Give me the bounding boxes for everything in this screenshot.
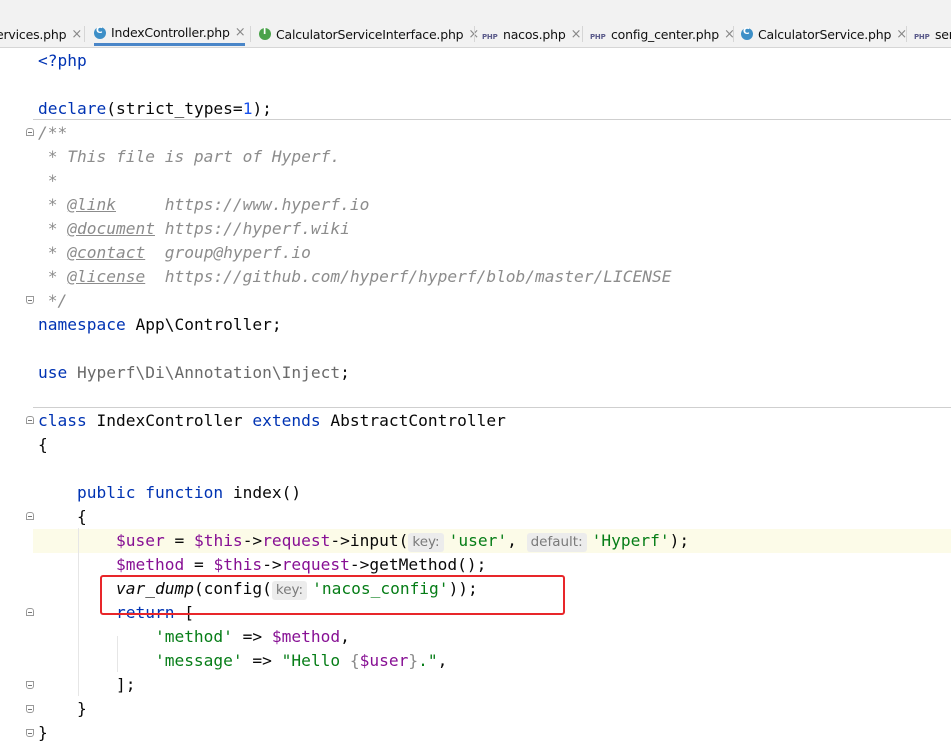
php-file-icon: PHP: [590, 33, 606, 40]
tab-label: ervices.php: [0, 26, 67, 42]
code-line-27: ];: [38, 675, 136, 694]
class-icon: [94, 26, 106, 39]
tab-label: nacos.php: [503, 26, 566, 42]
close-icon[interactable]: ×: [571, 27, 582, 42]
php-file-icon: PHP: [482, 33, 498, 40]
tab-label: config_center.php: [611, 26, 719, 42]
tab-label: IndexController.php: [111, 25, 230, 40]
code-line-14: use Hyperf\Di\Annotation\Inject;: [38, 363, 350, 382]
tab-calculatorservice[interactable]: CalculatorService.php ×: [741, 22, 907, 46]
code-line-21: $user = $this->request->input(key:'user'…: [115, 531, 690, 552]
code-line-4: /**: [38, 123, 68, 142]
code-line-3: declare(strict_types=1);: [38, 99, 272, 118]
code-line-5: * This file is part of Hyperf.: [38, 147, 341, 166]
editor-gutter: [0, 48, 33, 748]
code-line-20: {: [38, 507, 87, 526]
parameter-hint: default:: [526, 533, 587, 552]
code-line-25: 'method' => $method,: [154, 627, 350, 646]
code-line-12: namespace App\Controller;: [38, 315, 282, 334]
fold-toggle-icon[interactable]: [26, 296, 34, 304]
tab-ser[interactable]: PHP ser: [914, 22, 951, 46]
tab-separator: [906, 26, 907, 42]
code-line-10: * @license https://github.com/hyperf/hyp…: [38, 267, 672, 286]
code-line-9: * @contact group@hyperf.io: [38, 243, 311, 262]
code-line-6: *: [38, 171, 58, 190]
tab-label: ser: [935, 26, 951, 42]
tab-label: CalculatorService.php: [758, 26, 892, 42]
tab-config-center[interactable]: PHP config_center.php ×: [590, 22, 735, 46]
code-line-1: <?php: [38, 51, 87, 70]
tab-separator: [582, 26, 583, 42]
close-icon[interactable]: ×: [71, 27, 82, 42]
fold-toggle-icon[interactable]: [26, 705, 34, 713]
method-separator: [33, 407, 951, 408]
close-icon[interactable]: ×: [235, 25, 246, 40]
tab-calculatorserviceinterface[interactable]: CalculatorServiceInterface.php ×: [259, 22, 479, 46]
editor-tab-bar: ervices.php × IndexController.php × Calc…: [0, 0, 951, 48]
tab-separator: [250, 26, 251, 42]
fold-toggle-icon[interactable]: [26, 608, 34, 616]
code-line-17: {: [38, 435, 48, 454]
tabs-row: ervices.php × IndexController.php × Calc…: [0, 22, 951, 47]
code-line-28: }: [38, 699, 87, 718]
tab-separator: [474, 26, 475, 42]
code-line-22: $method = $this->request->getMethod();: [115, 555, 487, 574]
fold-toggle-icon[interactable]: [26, 128, 34, 136]
tab-separator: [733, 26, 734, 42]
tab-label: CalculatorServiceInterface.php: [276, 26, 464, 42]
fold-toggle-icon[interactable]: [26, 512, 34, 520]
fold-toggle-icon[interactable]: [26, 681, 34, 689]
code-line-29: }: [38, 723, 48, 742]
tab-separator: [84, 26, 85, 42]
annotation-highlight-box: [100, 575, 565, 615]
code-line-16: class IndexController extends AbstractCo…: [38, 411, 506, 430]
tab-services[interactable]: ervices.php ×: [0, 22, 82, 46]
parameter-hint: key:: [408, 533, 444, 552]
code-line-11: */: [38, 291, 68, 310]
fold-toggle-icon[interactable]: [26, 416, 34, 424]
code-editor[interactable]: <?php declare(strict_types=1); /** * Thi…: [0, 48, 951, 748]
code-line-7: * @link https://www.hyperf.io: [38, 195, 370, 214]
fold-toggle-icon[interactable]: [26, 729, 34, 737]
tab-indexcontroller[interactable]: IndexController.php ×: [94, 22, 246, 46]
code-line-19: public function index(): [38, 483, 302, 502]
php-file-icon: PHP: [914, 33, 930, 40]
tab-nacos[interactable]: PHP nacos.php ×: [482, 22, 581, 46]
interface-icon: [259, 27, 271, 40]
code-line-26: 'message' => "Hello {$user}.",: [154, 651, 448, 670]
code-line-8: * @document https://hyperf.wiki: [38, 219, 350, 238]
class-icon: [741, 27, 753, 40]
